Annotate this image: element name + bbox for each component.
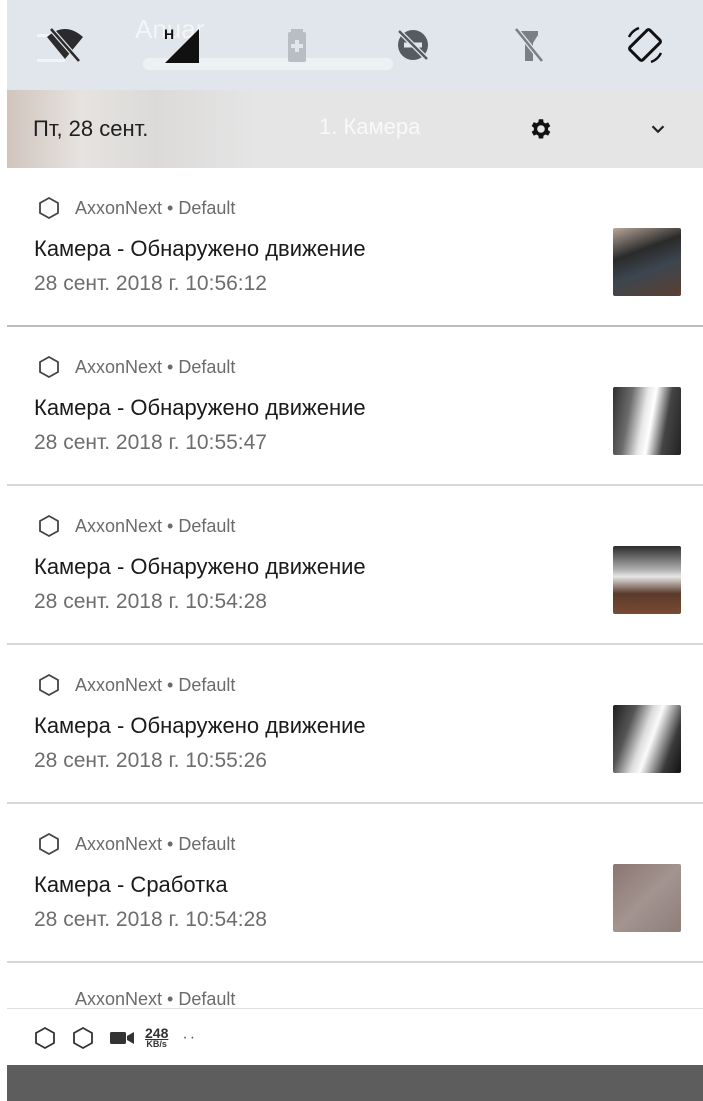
settings-button[interactable] [523, 112, 557, 146]
app-hexagon-icon [39, 832, 59, 856]
app-hexagon-icon [73, 1026, 93, 1049]
notification-time: 28 сент. 2018 г. 10:56:12 [34, 272, 267, 295]
cellular-h-icon: H [164, 26, 199, 63]
app-hexagon-icon [35, 1026, 55, 1049]
gear-icon [531, 119, 551, 139]
network-speed-unit: KB/s [146, 1039, 167, 1049]
wifi-off-icon [47, 27, 83, 63]
mobile-data-tile[interactable]: H [151, 15, 211, 75]
notification-title: Камера - Обнаружено движение [34, 554, 366, 579]
battery-saver-icon [288, 29, 306, 62]
app-hexagon-icon [39, 514, 59, 538]
do-not-disturb-tile[interactable] [383, 15, 443, 75]
notification-header: AxxonNext • Default [37, 514, 235, 538]
flashlight-off-icon [514, 27, 544, 63]
notification-title: Камера - Обнаружено движение [34, 236, 366, 261]
notification-time: 28 сент. 2018 г. 10:54:28 [34, 908, 267, 931]
network-speed-indicator: 248 KB/s [145, 1026, 168, 1049]
notification-time: 28 сент. 2018 г. 10:54:28 [34, 590, 267, 613]
flashlight-tile[interactable] [499, 15, 559, 75]
do-not-disturb-off-icon [397, 29, 429, 61]
notification-item[interactable]: AxxonNext • Default Камера - Обнаружено … [7, 486, 703, 645]
app-hexagon-icon [39, 196, 59, 220]
notification-item[interactable]: AxxonNext • Default Камера - Обнаружено … [7, 327, 703, 486]
shade-header: 1. Камера Пт, 28 сент. [7, 90, 703, 168]
video-camera-icon [110, 1031, 134, 1044]
app-hexagon-icon [39, 355, 59, 379]
navigation-bar-area [7, 1065, 703, 1101]
more-notifications-dots: ·· [182, 1028, 198, 1046]
notification-shade: Anuar H 1. Камера Пт, 28 сент. AxxonNext… [0, 0, 703, 1101]
notification-list: AxxonNext • Default Камера - Обнаружено … [7, 168, 703, 1021]
notification-header: AxxonNext • Default [37, 832, 235, 856]
notification-app-name: AxxonNext • Default [75, 197, 236, 218]
notification-header: AxxonNext • Default [37, 989, 235, 1010]
notification-time: 28 сент. 2018 г. 10:55:47 [34, 431, 267, 454]
notification-title: Камера - Сработка [34, 872, 228, 897]
expand-button[interactable] [641, 112, 675, 146]
notification-thumbnail [613, 546, 681, 614]
chevron-down-icon [651, 125, 665, 134]
date-label[interactable]: Пт, 28 сент. [33, 116, 148, 142]
network-type-label: H [164, 26, 174, 42]
notification-icon-shelf[interactable]: 248 KB/s ·· [7, 1008, 703, 1066]
notification-item[interactable]: AxxonNext • Default Камера - Сработка 28… [7, 804, 703, 963]
battery-saver-tile[interactable] [267, 15, 327, 75]
notification-thumbnail [613, 864, 681, 932]
notification-thumbnail [613, 387, 681, 455]
background-camera-label: 1. Камера [319, 114, 421, 139]
notification-title: Камера - Обнаружено движение [34, 395, 366, 420]
notification-header: AxxonNext • Default [37, 196, 235, 220]
notification-item[interactable]: AxxonNext • Default Камера - Обнаружено … [7, 645, 703, 804]
network-speed-value: 248 [145, 1025, 169, 1041]
notification-thumbnail [613, 228, 681, 296]
notification-title: Камера - Обнаружено движение [34, 713, 366, 738]
auto-rotate-tile[interactable] [615, 15, 675, 75]
quick-settings-row: Anuar H [7, 0, 703, 90]
notification-thumbnail [613, 705, 681, 773]
wifi-tile[interactable] [35, 15, 95, 75]
notification-item[interactable]: AxxonNext • Default Камера - Обнаружено … [7, 168, 703, 327]
notification-app-name: AxxonNext • Default [75, 515, 236, 536]
notification-header: AxxonNext • Default [37, 673, 235, 697]
notification-app-name: AxxonNext • Default [75, 833, 236, 854]
app-hexagon-icon [39, 673, 59, 697]
auto-rotate-icon [627, 26, 663, 64]
notification-header: AxxonNext • Default [37, 355, 235, 379]
notification-app-name: AxxonNext • Default [75, 356, 236, 377]
notification-app-name: AxxonNext • Default [75, 989, 236, 1009]
notification-app-name: AxxonNext • Default [75, 674, 236, 695]
notification-time: 28 сент. 2018 г. 10:55:26 [34, 749, 267, 772]
